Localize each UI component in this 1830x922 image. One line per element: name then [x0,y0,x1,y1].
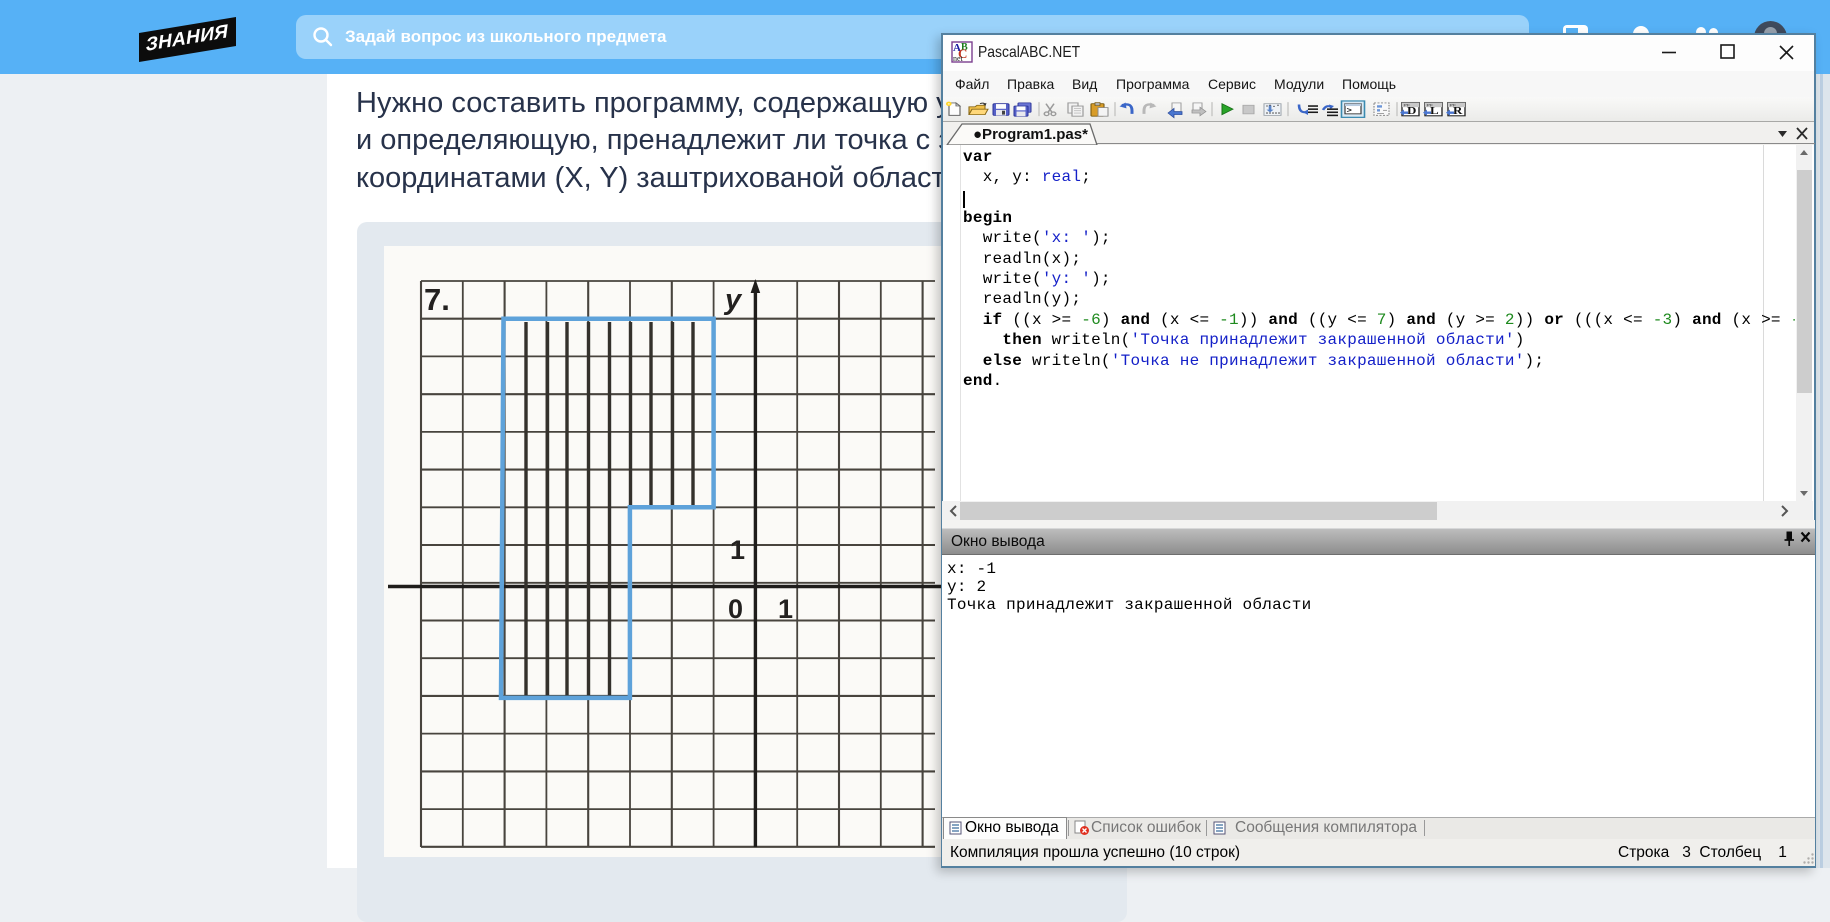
svg-text:L: L [1430,105,1439,116]
svg-text:●Program1.pas*: ●Program1.pas* [973,126,1088,143]
svg-text:1: 1 [778,594,793,624]
svg-text:7.: 7. [424,282,450,317]
svg-text:0: 0 [728,594,743,624]
svg-text:>: > [1347,107,1353,115]
svg-text:D: D [1407,105,1416,116]
svg-text:1: 1 [730,535,745,565]
svg-text:net: net [953,54,964,63]
svg-text:R: R [1453,105,1463,116]
svg-text:у: у [723,284,743,316]
